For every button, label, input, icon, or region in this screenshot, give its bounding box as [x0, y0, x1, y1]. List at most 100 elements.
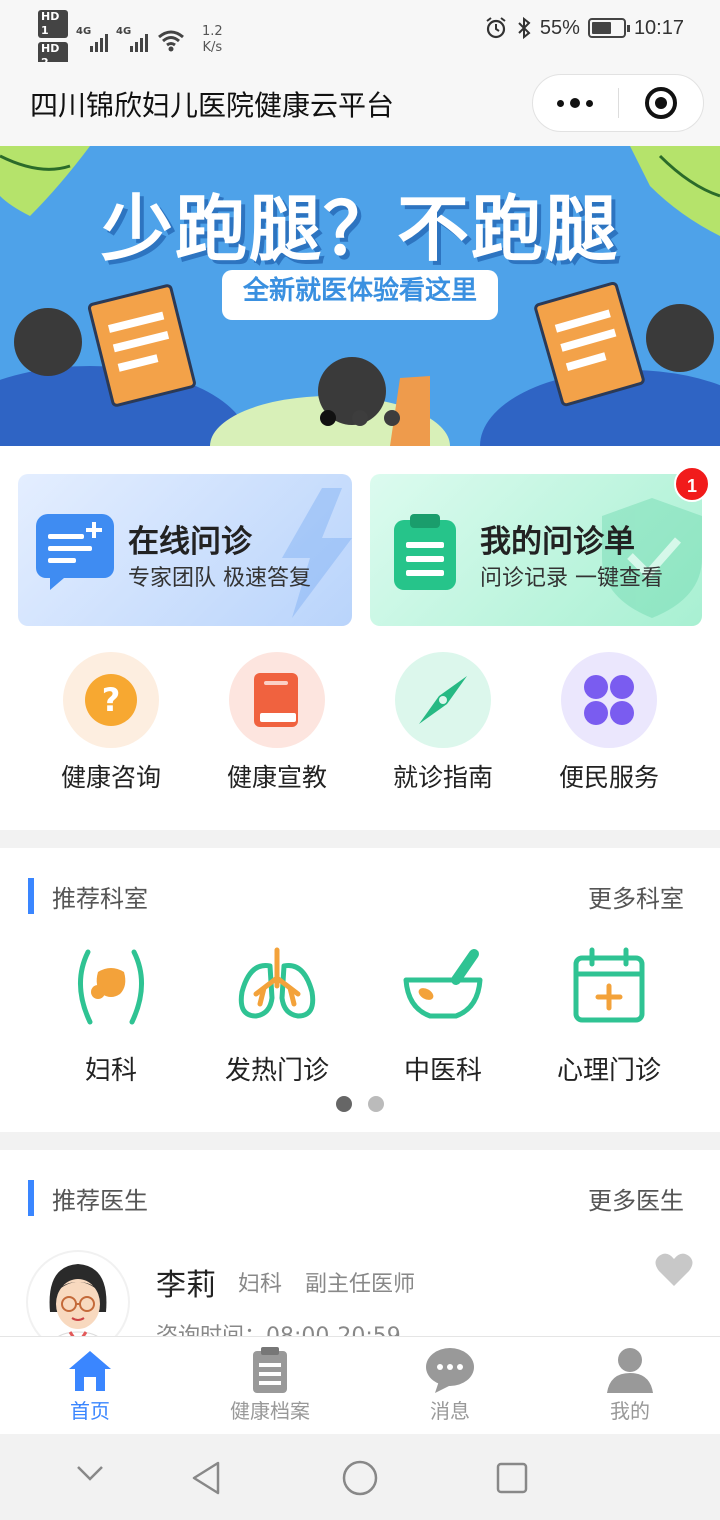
bluetooth-icon: [518, 16, 531, 40]
department-tcm[interactable]: 中医科: [359, 944, 527, 1087]
page-title: 四川锦欣妇儿医院健康云平台: [30, 89, 395, 122]
quick-link-circle: ?: [63, 652, 159, 748]
doctors-header: 推荐医生 更多医生: [28, 1178, 690, 1218]
departments-title: 推荐科室: [52, 885, 148, 913]
speed-value: 1.2: [202, 24, 223, 39]
home-circle-icon[interactable]: [342, 1460, 378, 1496]
battery-icon: [587, 18, 630, 38]
department-fever-clinic[interactable]: 发热门诊: [193, 944, 361, 1087]
doctors-title: 推荐医生: [52, 1187, 148, 1215]
section-accent-bar: [28, 878, 34, 914]
orders-notification-badge: 1: [674, 466, 710, 502]
grid-icon: [584, 675, 634, 725]
bottom-tab-bar: 首页 健康档案 消息 我的: [0, 1336, 720, 1434]
tab-messages[interactable]: 消息: [360, 1337, 540, 1435]
question-icon: ?: [85, 674, 137, 726]
mini-program-capsule: [532, 74, 704, 132]
quick-link-label: 就诊指南: [392, 763, 493, 792]
department-gynecology[interactable]: 妇科: [27, 944, 195, 1087]
quick-link-label: 健康咨询: [60, 763, 161, 792]
battery-percent: 55%: [539, 16, 580, 39]
departments-page-dot-1: [336, 1096, 352, 1112]
status-left: HD 1 HD 2 4G 4G 1.2 K/s: [38, 10, 223, 70]
back-triangle-icon[interactable]: [190, 1460, 222, 1496]
chat-icon: [426, 1348, 474, 1393]
title-bar: 四川锦欣妇儿医院健康云平台: [0, 62, 720, 146]
chevron-down-icon[interactable]: [76, 1464, 104, 1482]
banner-indicator-2: [352, 410, 368, 426]
hd-indicators: HD 1 HD 2: [38, 10, 68, 70]
quick-link-circle: [229, 652, 325, 748]
tab-label: 消息: [430, 1399, 470, 1423]
chat-doc-icon: [36, 514, 114, 590]
clipboard-list-icon: [394, 514, 456, 590]
department-psychology[interactable]: 心理门诊: [525, 944, 693, 1087]
my-orders-title: 我的问诊单: [480, 524, 635, 560]
tab-label: 我的: [610, 1399, 650, 1423]
doctor-title: 副主任医师: [305, 1272, 416, 1297]
department-label: 发热门诊: [224, 1056, 329, 1086]
tab-home[interactable]: 首页: [0, 1337, 180, 1435]
online-consult-subtitle: 专家团队 极速答复: [128, 566, 311, 591]
tab-health-records[interactable]: 健康档案: [180, 1337, 360, 1435]
tab-label: 健康档案: [230, 1399, 310, 1423]
more-doctors-link[interactable]: 更多医生: [588, 1181, 684, 1216]
quick-link-health-education[interactable]: 健康宣教: [193, 652, 361, 794]
clipboard-icon: [253, 1347, 287, 1393]
tab-label: 首页: [70, 1399, 110, 1423]
banner-title: 少跑腿？不跑腿: [100, 187, 619, 271]
quick-link-health-consult[interactable]: ? 健康咨询: [27, 652, 195, 794]
banner-subtitle: 全新就医体验看这里: [222, 270, 498, 320]
user-icon: [607, 1348, 653, 1393]
signal-2-icon: 4G: [116, 26, 148, 52]
doctor-name: 李莉: [156, 1268, 216, 1303]
doctor-department: 妇科: [238, 1272, 283, 1297]
network-speed: 1.2 K/s: [202, 24, 223, 56]
book-icon: [254, 673, 298, 727]
wifi-icon: [158, 30, 184, 52]
speed-unit: K/s: [202, 40, 223, 55]
lungs-icon: [238, 947, 316, 1019]
svg-text:?: ?: [102, 681, 121, 719]
department-label: 中医科: [403, 1056, 482, 1086]
more-button[interactable]: [533, 75, 618, 131]
quick-link-convenience-services[interactable]: 便民服务: [525, 652, 693, 794]
calendar-plus-icon: [573, 947, 645, 1023]
quick-link-circle: [395, 652, 491, 748]
quick-link-label: 便民服务: [558, 763, 659, 792]
my-consult-orders-card[interactable]: 我的问诊单 问诊记录 一键查看: [370, 474, 702, 626]
more-dots-icon: [557, 98, 594, 108]
online-consult-card[interactable]: 在线问诊 专家团队 极速答复: [18, 474, 352, 626]
signal-1-icon: 4G: [76, 26, 108, 52]
hd1-badge: HD 1: [38, 10, 68, 38]
my-orders-subtitle: 问诊记录 一键查看: [480, 566, 663, 591]
signal-1-label: 4G: [76, 26, 92, 37]
banner-carousel[interactable]: 少跑腿？不跑腿 全新就医体验看这里: [0, 146, 720, 446]
departments-page-dot-2: [368, 1096, 384, 1112]
section-accent-bar: [28, 1180, 34, 1216]
system-navigation-bar: [0, 1434, 720, 1520]
close-button[interactable]: [619, 75, 704, 131]
more-departments-link[interactable]: 更多科室: [588, 879, 684, 914]
mortar-pestle-icon: [403, 949, 483, 1019]
alarm-icon: [486, 17, 506, 39]
quick-link-visit-guide[interactable]: 就诊指南: [359, 652, 527, 794]
close-target-icon: [644, 87, 677, 119]
status-right: 55% 10:17: [484, 16, 684, 40]
quick-link-label: 健康宣教: [226, 763, 327, 792]
lightning-deco-icon: [282, 488, 352, 618]
banner-indicator-3: [384, 410, 400, 426]
departments-header: 推荐科室 更多科室: [28, 876, 690, 916]
home-icon: [69, 1351, 111, 1391]
department-label: 妇科: [84, 1056, 137, 1086]
tab-mine[interactable]: 我的: [540, 1337, 720, 1435]
status-bar: HD 1 HD 2 4G 4G 1.2 K/s 5: [0, 0, 720, 70]
compass-icon: [419, 676, 467, 724]
uterus-icon: [77, 949, 145, 1025]
clock: 10:17: [633, 16, 684, 39]
signal-2-label: 4G: [116, 26, 132, 37]
department-label: 心理门诊: [556, 1056, 661, 1086]
favorite-heart-icon[interactable]: [654, 1252, 694, 1288]
recents-square-icon[interactable]: [496, 1462, 528, 1494]
banner-indicator-1: [320, 410, 336, 426]
